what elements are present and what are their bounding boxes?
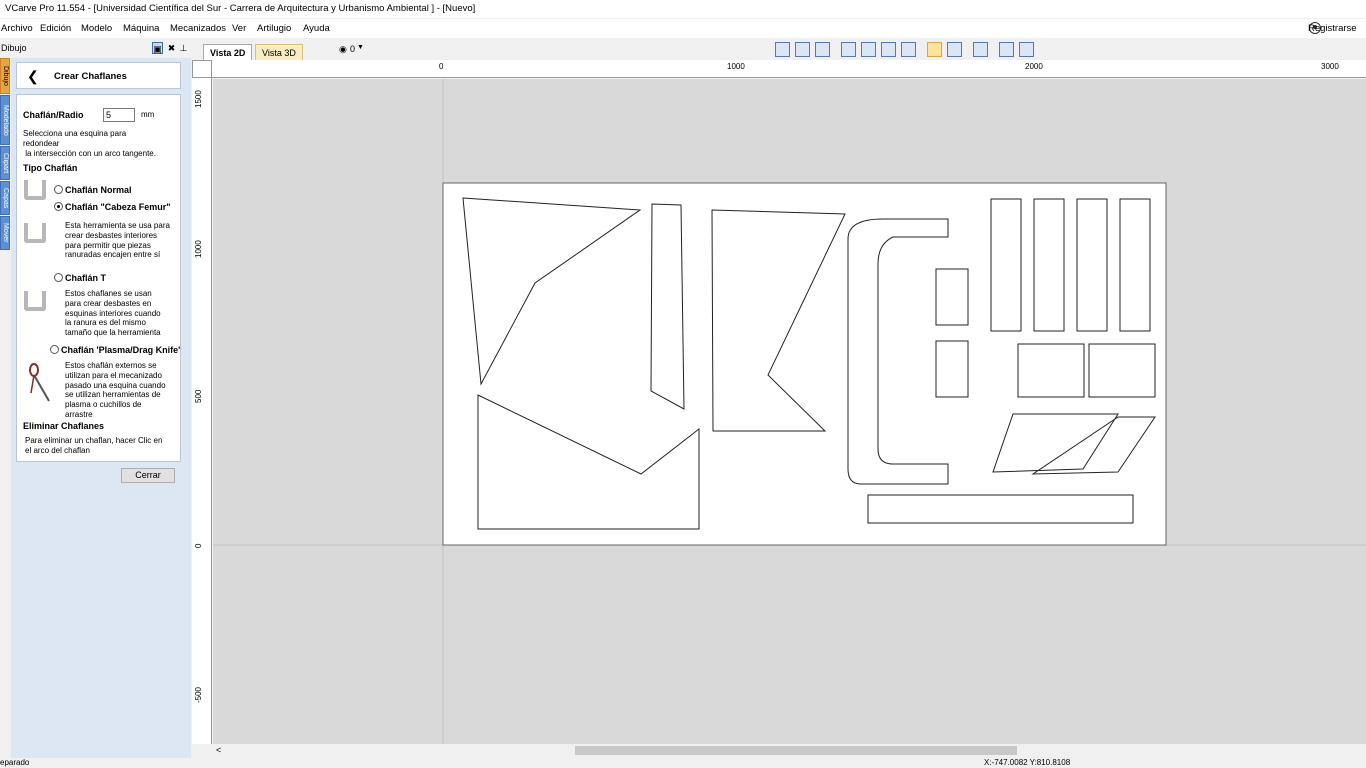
scrollbar-thumb[interactable] — [575, 746, 1017, 755]
register-link[interactable]: Registrarse — [1308, 19, 1366, 38]
type-heading: Tipo Chaflán — [23, 163, 78, 173]
radius-unit: mm — [141, 110, 155, 119]
zoom-all-icon[interactable] — [795, 42, 810, 57]
chevron-down-icon[interactable]: ▼ — [357, 44, 364, 51]
menu-mecanizados[interactable]: Mecanizados — [170, 19, 226, 38]
panel-title-box: ❮ Crear Chaflanes — [16, 62, 181, 89]
scroll-left-icon[interactable]: < — [216, 744, 221, 757]
ruler-h-label: 0 — [439, 62, 444, 71]
panel-tab-label: Dibujo — [1, 43, 27, 53]
radio-plasma[interactable] — [50, 345, 59, 354]
status-text: eparado — [0, 758, 30, 767]
ruler-v-label: 0 — [194, 543, 203, 548]
menu-ver[interactable]: Ver — [232, 19, 246, 38]
option-cabeza-femur-desc: Esta herramienta se usa para crear desba… — [65, 221, 170, 260]
radius-input[interactable]: 5 — [103, 108, 135, 122]
option-normal-label[interactable]: Chaflán Normal — [65, 185, 132, 195]
back-arrow-icon[interactable]: ❮ — [27, 68, 39, 84]
ruler-corner[interactable] — [192, 60, 212, 78]
ruler-h-label: 3000 — [1321, 62, 1339, 71]
close-button[interactable]: Cerrar — [121, 468, 175, 483]
option-plasma-desc: Estos chaflán externos se utilizan para … — [65, 361, 166, 419]
horizontal-scrollbar[interactable]: < — [212, 744, 1366, 757]
option-plasma-label[interactable]: Chaflán 'Plasma/Drag Knife' — [61, 345, 180, 355]
vertical-ruler: 1500 1000 500 0 -500 — [192, 78, 212, 744]
ruler-v-label: 500 — [194, 389, 203, 403]
zoom-extents-icon[interactable] — [901, 42, 916, 57]
menu-bar: Archivo Edición Modelo Máquina Mecanizad… — [0, 19, 1366, 38]
menu-ayuda[interactable]: Ayuda — [303, 19, 330, 38]
menu-maquina[interactable]: Máquina — [123, 19, 159, 38]
radius-label: Chaflán/Radio — [23, 110, 84, 120]
side-tab-dibujo[interactable]: Dibujo — [0, 58, 10, 94]
remove-heading: Eliminar Chaflanes — [23, 421, 105, 431]
normal-fillet-icon — [24, 180, 46, 200]
horizontal-ruler: 0 1000 2000 3000 — [212, 60, 1366, 78]
menu-modelo[interactable]: Modelo — [81, 19, 112, 38]
t-fillet-icon — [24, 291, 46, 311]
panel-pin-icon[interactable]: ⊥ — [178, 42, 189, 54]
radio-cabeza-femur[interactable] — [54, 202, 63, 211]
fillet-panel: ❮ Crear Chaflanes Chaflán/Radio 5 mm Sel… — [11, 58, 191, 758]
snap-icon[interactable] — [927, 42, 942, 57]
option-t-label[interactable]: Chaflán T — [65, 273, 106, 283]
instruction-text: Selecciona una esquina para redondear la… — [23, 129, 156, 158]
layers-icon[interactable]: ◉ — [339, 44, 347, 55]
view-tab-bar: Vista 2D Vista 3D ◉ 0 ▼ — [191, 40, 1366, 60]
zoom-box-icon[interactable] — [775, 42, 790, 57]
radio-t[interactable] — [54, 273, 63, 282]
panel-header-bar: Dibujo ▣ ✖ ⊥ — [0, 40, 191, 57]
transform-icon[interactable] — [947, 42, 962, 57]
zoom-out-icon[interactable] — [881, 42, 896, 57]
ruler-v-label: 1000 — [194, 240, 203, 258]
side-tabs: Dibujo Modelado Clipart Capas Mover — [0, 58, 10, 258]
ruler-v-label: 1500 — [194, 90, 203, 108]
tab-vista-2d[interactable]: Vista 2D — [203, 44, 253, 60]
menu-edicion[interactable]: Edición — [40, 19, 71, 38]
status-bar: eparado X:-747.0082 Y:810.8108 — [0, 758, 1366, 768]
cursor-coordinates: X:-747.0082 Y:810.8108 — [984, 758, 1071, 767]
layer-dropdown[interactable]: 0 — [350, 44, 355, 54]
option-t-desc: Estos chaflanes se usan para crear desba… — [65, 289, 161, 338]
side-tab-capas[interactable]: Capas — [0, 181, 10, 215]
tab-vista-3d[interactable]: Vista 3D — [255, 44, 303, 60]
layout-icon[interactable] — [999, 42, 1014, 57]
dogbone-fillet-icon — [24, 223, 46, 243]
drawing-canvas[interactable] — [213, 79, 1366, 744]
menu-archivo[interactable]: Archivo — [1, 19, 33, 38]
pan-icon[interactable] — [841, 42, 856, 57]
ruler-v-label: -500 — [194, 686, 203, 703]
split-view-icon[interactable] — [1019, 42, 1034, 57]
remove-text: Para eliminar un chaflan, hacer Clic en … — [25, 436, 163, 455]
panel-close-icon[interactable]: ✖ — [166, 42, 177, 54]
side-tab-clipart[interactable]: Clipart — [0, 146, 10, 180]
material-sheet — [442, 182, 1167, 546]
zoom-in-icon[interactable] — [861, 42, 876, 57]
side-tab-mover[interactable]: Mover — [0, 216, 10, 250]
side-tab-modelado[interactable]: Modelado — [0, 95, 10, 145]
display-icon[interactable] — [973, 42, 988, 57]
panel-title: Crear Chaflanes — [54, 71, 127, 82]
window-title: VCarve Pro 11.554 - [Universidad Científ… — [0, 0, 1366, 18]
fillet-form: Chaflán/Radio 5 mm Selecciona una esquin… — [16, 94, 181, 462]
radio-normal[interactable] — [54, 185, 63, 194]
drag-knife-icon — [29, 363, 50, 402]
grid-icon[interactable] — [815, 42, 830, 57]
ruler-h-label: 1000 — [727, 62, 745, 71]
option-cabeza-femur-label[interactable]: Chaflán "Cabeza Femur" — [65, 202, 171, 212]
menu-artilugio[interactable]: Artilugio — [257, 19, 291, 38]
panel-dock-icon[interactable]: ▣ — [152, 42, 163, 54]
ruler-h-label: 2000 — [1025, 62, 1043, 71]
drawing-svg[interactable] — [213, 79, 1366, 744]
